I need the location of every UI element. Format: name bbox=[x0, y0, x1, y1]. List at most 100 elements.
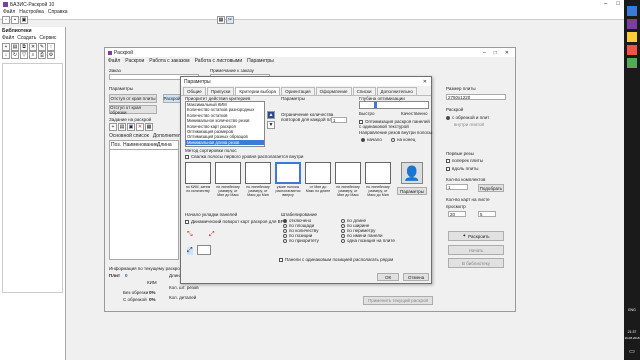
vdol-option[interactable]: вдоль плиты bbox=[446, 166, 478, 171]
lib-filter-icon[interactable]: ▽ bbox=[20, 51, 28, 59]
tab-criteria[interactable]: Критерии выбора bbox=[235, 87, 281, 95]
raskroy-close-icon[interactable]: ✕ bbox=[505, 50, 509, 56]
library-menu-create[interactable]: Создать bbox=[17, 35, 36, 41]
menu-file[interactable]: Файл bbox=[3, 9, 15, 15]
glubina-slider[interactable] bbox=[359, 101, 429, 109]
nachalo-text: начало bbox=[367, 137, 382, 142]
library-tree[interactable] bbox=[2, 63, 63, 293]
metod-checkbox[interactable]: Свалка полосы первого уровня располагает… bbox=[185, 154, 303, 159]
lib-up-icon[interactable]: ↑ bbox=[47, 43, 55, 51]
parametry-button[interactable]: Параметры bbox=[397, 187, 427, 195]
raskroy-menu-file[interactable]: Файл bbox=[108, 58, 120, 64]
ogranichenie-input[interactable]: 1 bbox=[331, 117, 347, 123]
arrow-up-icon[interactable]: ▲ bbox=[267, 111, 275, 119]
tab-orientation[interactable]: Ориентация bbox=[281, 87, 315, 95]
method-1[interactable]: по линейному размеру, от Мин до Макс bbox=[215, 162, 241, 197]
raskroy-menu-params[interactable]: Параметры bbox=[247, 58, 274, 64]
zadanie-add-icon[interactable]: + bbox=[109, 123, 117, 131]
zadanie-table-icon[interactable]: ▦ bbox=[145, 123, 153, 131]
primenit-button[interactable]: Применить текущий раскрой bbox=[363, 296, 433, 305]
kolvo-kompl-input[interactable]: 1 bbox=[446, 184, 468, 190]
method-5[interactable]: по линейному размеру, от Мин до Макс bbox=[335, 162, 361, 197]
kart-input-a[interactable]: 20 bbox=[448, 211, 466, 217]
zadanie-delete-icon[interactable]: ✕ bbox=[136, 123, 144, 131]
raskroy-menu-cuts[interactable]: Раскрои bbox=[125, 58, 144, 64]
lib-settings-icon[interactable]: ⚙ bbox=[47, 51, 55, 59]
cancel-button[interactable]: Отмена bbox=[403, 273, 429, 281]
raskroy-button[interactable]: Раскрой bbox=[163, 94, 181, 103]
tab-allowances[interactable]: Припуски bbox=[206, 87, 235, 95]
raskroy-menu-order[interactable]: Работа с заказом bbox=[149, 58, 189, 64]
raskroit-button[interactable]: ✦ Раскроить bbox=[448, 231, 504, 241]
new-icon[interactable]: ▫ bbox=[2, 16, 10, 24]
lib-down-icon[interactable]: ↓ bbox=[2, 51, 10, 59]
zadanie-folder-icon[interactable]: ▤ bbox=[118, 123, 126, 131]
lib-new-icon[interactable]: + bbox=[2, 43, 10, 51]
ok-button[interactable]: ОК bbox=[377, 273, 399, 281]
podobrat-button[interactable]: Подобрать bbox=[478, 184, 504, 192]
library-menu-service[interactable]: Сервис bbox=[39, 35, 56, 41]
glubina-slider-thumb[interactable] bbox=[374, 102, 377, 108]
raskroy-minimize-icon[interactable]: – bbox=[483, 50, 486, 56]
method-4[interactable]: от Мин до Макс по длине bbox=[305, 162, 331, 193]
main-toolbar: ▫ ▪ ▣ bbox=[2, 16, 29, 24]
criteria-list[interactable]: Максимальный КИМ Количество остатков разн… bbox=[185, 101, 265, 147]
opt-checkbox[interactable]: Оптимизация раскроя панелей с одинаковой… bbox=[359, 119, 431, 129]
taskbar-app-2[interactable] bbox=[627, 19, 637, 29]
v-biblioteku-button[interactable]: В библиотеку bbox=[448, 258, 504, 268]
minimize-icon[interactable]: – bbox=[604, 1, 607, 8]
maximize-icon[interactable]: □ bbox=[616, 1, 620, 8]
corner-tl-icon[interactable]: ⤡ bbox=[187, 231, 193, 239]
dialog-close-icon[interactable]: ✕ bbox=[423, 79, 427, 85]
poperek-option[interactable]: поперек плиты bbox=[446, 158, 483, 163]
taskbar-app-5[interactable] bbox=[627, 58, 637, 68]
paneli-checkbox[interactable]: Панели с одинаковым позицией располагать… bbox=[279, 257, 393, 262]
nachalo-radio[interactable]: начало bbox=[361, 137, 382, 142]
tab-design[interactable]: Оформление bbox=[315, 87, 352, 95]
tab-lists[interactable]: Списки bbox=[352, 87, 376, 95]
lib-refresh-icon[interactable]: ↻ bbox=[11, 51, 19, 59]
tab-extra[interactable]: Дополнительно bbox=[376, 87, 417, 95]
menu-help[interactable]: Справка bbox=[48, 9, 68, 15]
otstup-obrezki-button[interactable]: Отступ от края обрезки bbox=[109, 105, 157, 115]
taskbar-app-4[interactable] bbox=[627, 45, 637, 55]
method-0[interactable]: по КИМ, затем по количеству bbox=[185, 162, 211, 193]
open-icon[interactable]: ▪ bbox=[11, 16, 19, 24]
save-icon[interactable]: ▣ bbox=[20, 16, 28, 24]
kart-input-b[interactable]: 5 bbox=[478, 211, 496, 217]
corner-bl-icon[interactable]: ⤢ bbox=[187, 247, 193, 255]
zadanie-save-icon[interactable]: ▣ bbox=[127, 123, 135, 131]
raskroy-menu-sheets[interactable]: Работа с листовыми bbox=[195, 58, 242, 64]
tab-general[interactable]: Общие bbox=[183, 87, 206, 95]
s-obrezkoy-option[interactable]: с обрезкой и плит bbox=[446, 115, 489, 120]
lib-search-icon[interactable]: ⌕ bbox=[29, 51, 37, 59]
arrow-down-icon[interactable]: ▼ bbox=[267, 121, 275, 129]
razmer-select[interactable]: 2750x1220 bbox=[446, 94, 506, 100]
lib-print-icon[interactable]: ⎙ bbox=[38, 51, 46, 59]
layout-icon[interactable]: ▦ bbox=[217, 16, 225, 24]
nachat-button[interactable]: Начать bbox=[448, 245, 504, 255]
corner-tr-icon[interactable]: ⤢ bbox=[209, 231, 215, 239]
lib-open-icon[interactable]: ▤ bbox=[11, 43, 19, 51]
dinam-checkbox[interactable]: Динамический поворот карт раскроя для ВР… bbox=[185, 219, 287, 224]
cut-icon[interactable]: ✂ bbox=[226, 16, 234, 24]
criteria-item[interactable]: Минимальная длина резов bbox=[186, 139, 264, 146]
otstup-plity-button[interactable]: Отступ от края плиты bbox=[109, 94, 157, 103]
method-3[interactable]: узкие полосы располагаются вверху bbox=[275, 162, 301, 197]
taskbar-app-1[interactable] bbox=[627, 6, 637, 16]
shtabel-opt-4[interactable]: по приоритету bbox=[283, 238, 319, 243]
tab-main-list[interactable]: Основной список bbox=[109, 133, 149, 139]
lib-edit-icon[interactable]: ✎ bbox=[38, 43, 46, 51]
shtabel-opt-9[interactable]: одна позиция на плите bbox=[341, 238, 395, 243]
method-2[interactable]: по линейному размеру, от Макс до Мин bbox=[245, 162, 271, 197]
taskbar-app-3[interactable] bbox=[627, 32, 637, 42]
lib-copy-icon[interactable]: ⧉ bbox=[20, 43, 28, 51]
na-konec-radio[interactable]: на конец bbox=[391, 137, 415, 142]
lib-delete-icon[interactable]: ✕ bbox=[29, 43, 37, 51]
raskroy-maximize-icon[interactable]: □ bbox=[494, 50, 497, 56]
menu-settings[interactable]: Настройка bbox=[19, 9, 44, 15]
library-menu-file[interactable]: Файл bbox=[2, 35, 14, 41]
taskbar-lang[interactable]: ENG bbox=[624, 308, 640, 312]
method-6[interactable]: по линейному размеру, от Макс до Мин bbox=[365, 162, 391, 197]
notification-icon[interactable]: ▭ bbox=[624, 348, 640, 355]
